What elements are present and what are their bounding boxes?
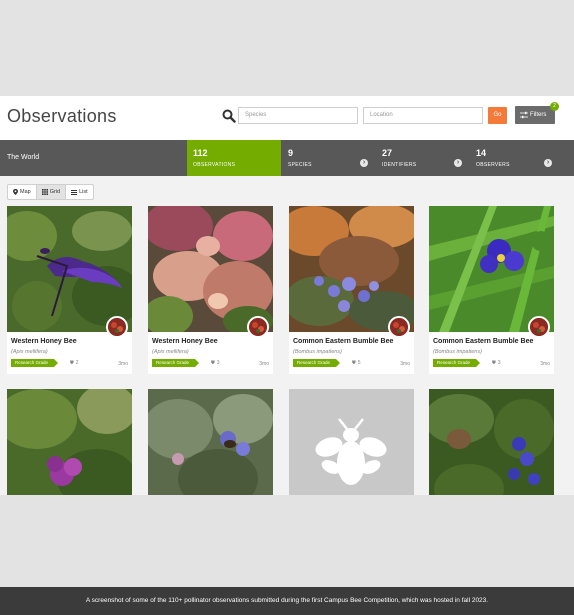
observation-photo[interactable] [429, 206, 554, 332]
header: Observations Species Location Go Filters… [0, 96, 574, 140]
stats-bar: The World 112 OBSERVATIONS 9 SPECIES › 2… [0, 140, 574, 176]
scientific-name: (Bombus impatiens) [433, 349, 482, 355]
scientific-name: (Bombus impatiens) [293, 349, 342, 355]
identifications-value: 3 [216, 360, 220, 366]
tab-observations[interactable]: 112 OBSERVATIONS [187, 140, 281, 176]
user-avatar[interactable] [106, 316, 128, 338]
tab-identifiers[interactable]: 27 IDENTIFIERS › [376, 140, 470, 176]
identification-icon: ⛊ [70, 360, 74, 366]
observation-card[interactable]: Common Eastern Bumble Bee (Bombus impati… [429, 206, 554, 374]
chevron-right-icon: › [544, 159, 552, 167]
place-name[interactable]: The World [7, 154, 39, 161]
user-avatar[interactable] [388, 316, 410, 338]
observation-photo[interactable] [7, 389, 132, 495]
time-ago: 3mo [400, 361, 410, 367]
observation-card[interactable]: Common Eastern Bumble Bee (Bombus impati… [289, 206, 414, 374]
observation-photo[interactable] [7, 206, 132, 332]
identification-icon: ⛊ [352, 360, 356, 366]
observation-photo[interactable] [429, 389, 554, 495]
time-ago: 3mo [118, 361, 128, 367]
identifications-value: 3 [497, 360, 501, 366]
filters-label: Filters [530, 112, 547, 118]
scientific-name: (Apis mellifera) [152, 349, 189, 355]
quality-grade-badge: Research Grade [11, 359, 59, 367]
time-ago: 3mo [540, 361, 550, 367]
tab-observers[interactable]: 14 OBSERVERS › [470, 140, 560, 176]
tab-species[interactable]: 9 SPECIES › [282, 140, 376, 176]
observation-card[interactable] [289, 389, 414, 495]
list-view-label: List [79, 189, 88, 195]
filters-button[interactable]: Filters [515, 106, 555, 124]
species-label: SPECIES [288, 162, 312, 168]
view-toggle: Map Grid List [7, 184, 94, 200]
identifications-count: ⛊ 5 [352, 360, 361, 366]
map-view-label: Map [20, 189, 31, 195]
user-avatar[interactable] [247, 316, 269, 338]
species-count: 9 [288, 148, 294, 158]
identifications-value: 2 [75, 360, 79, 366]
observations-app: Observations Species Location Go Filters… [0, 96, 574, 495]
species-name[interactable]: Common Eastern Bumble Bee [433, 338, 533, 345]
location-input[interactable]: Location [363, 107, 483, 124]
filters-count-badge: 2 [550, 102, 559, 111]
identifications-count: ⛊ 2 [70, 360, 79, 366]
observation-photo[interactable] [148, 206, 273, 332]
observation-card[interactable] [148, 389, 273, 495]
insect-placeholder-icon [289, 389, 414, 495]
observations-label: OBSERVATIONS [193, 162, 236, 168]
list-icon [71, 189, 78, 195]
identification-icon: ⛊ [492, 360, 496, 366]
grid-view-button[interactable]: Grid [36, 185, 67, 199]
species-input[interactable]: Species [238, 107, 358, 124]
species-name[interactable]: Western Honey Bee [152, 338, 218, 345]
identifiers-label: IDENTIFIERS [382, 162, 417, 168]
observation-photo[interactable] [289, 389, 414, 495]
sliders-icon [520, 111, 528, 119]
image-caption: A screenshot of some of the 110+ pollina… [0, 587, 574, 615]
scientific-name: (Apis mellifera) [11, 349, 48, 355]
go-button[interactable]: Go [488, 107, 507, 124]
observations-count: 112 [193, 148, 208, 158]
identifications-value: 5 [357, 360, 361, 366]
species-name[interactable]: Western Honey Bee [11, 338, 77, 345]
grid-view-label: Grid [49, 189, 61, 195]
observation-photo[interactable] [148, 389, 273, 495]
observers-count: 14 [476, 148, 487, 158]
quality-grade-badge: Research Grade [293, 359, 341, 367]
map-pin-icon [13, 189, 18, 195]
observation-card[interactable]: Western Honey Bee (Apis mellifera) Resea… [148, 206, 273, 374]
quality-grade-badge: Research Grade [433, 359, 481, 367]
map-view-button[interactable]: Map [8, 185, 37, 199]
observation-card[interactable] [7, 389, 132, 495]
observers-label: OBSERVERS [476, 162, 510, 168]
search-icon[interactable] [222, 109, 236, 123]
page-title: Observations [7, 106, 117, 126]
user-avatar[interactable] [528, 316, 550, 338]
observation-photo[interactable] [289, 206, 414, 332]
identifications-count: ⛊ 3 [211, 360, 220, 366]
observation-card[interactable] [429, 389, 554, 495]
chevron-right-icon: › [360, 159, 368, 167]
identifications-count: ⛊ 3 [492, 360, 501, 366]
identifiers-count: 27 [382, 148, 393, 158]
quality-grade-badge: Research Grade [152, 359, 200, 367]
grid-icon [41, 189, 48, 195]
time-ago: 3mo [259, 361, 269, 367]
species-name[interactable]: Common Eastern Bumble Bee [293, 338, 393, 345]
observation-card[interactable]: Western Honey Bee (Apis mellifera) Resea… [7, 206, 132, 374]
chevron-right-icon: › [454, 159, 462, 167]
identification-icon: ⛊ [211, 360, 215, 366]
list-view-button[interactable]: List [66, 185, 93, 199]
